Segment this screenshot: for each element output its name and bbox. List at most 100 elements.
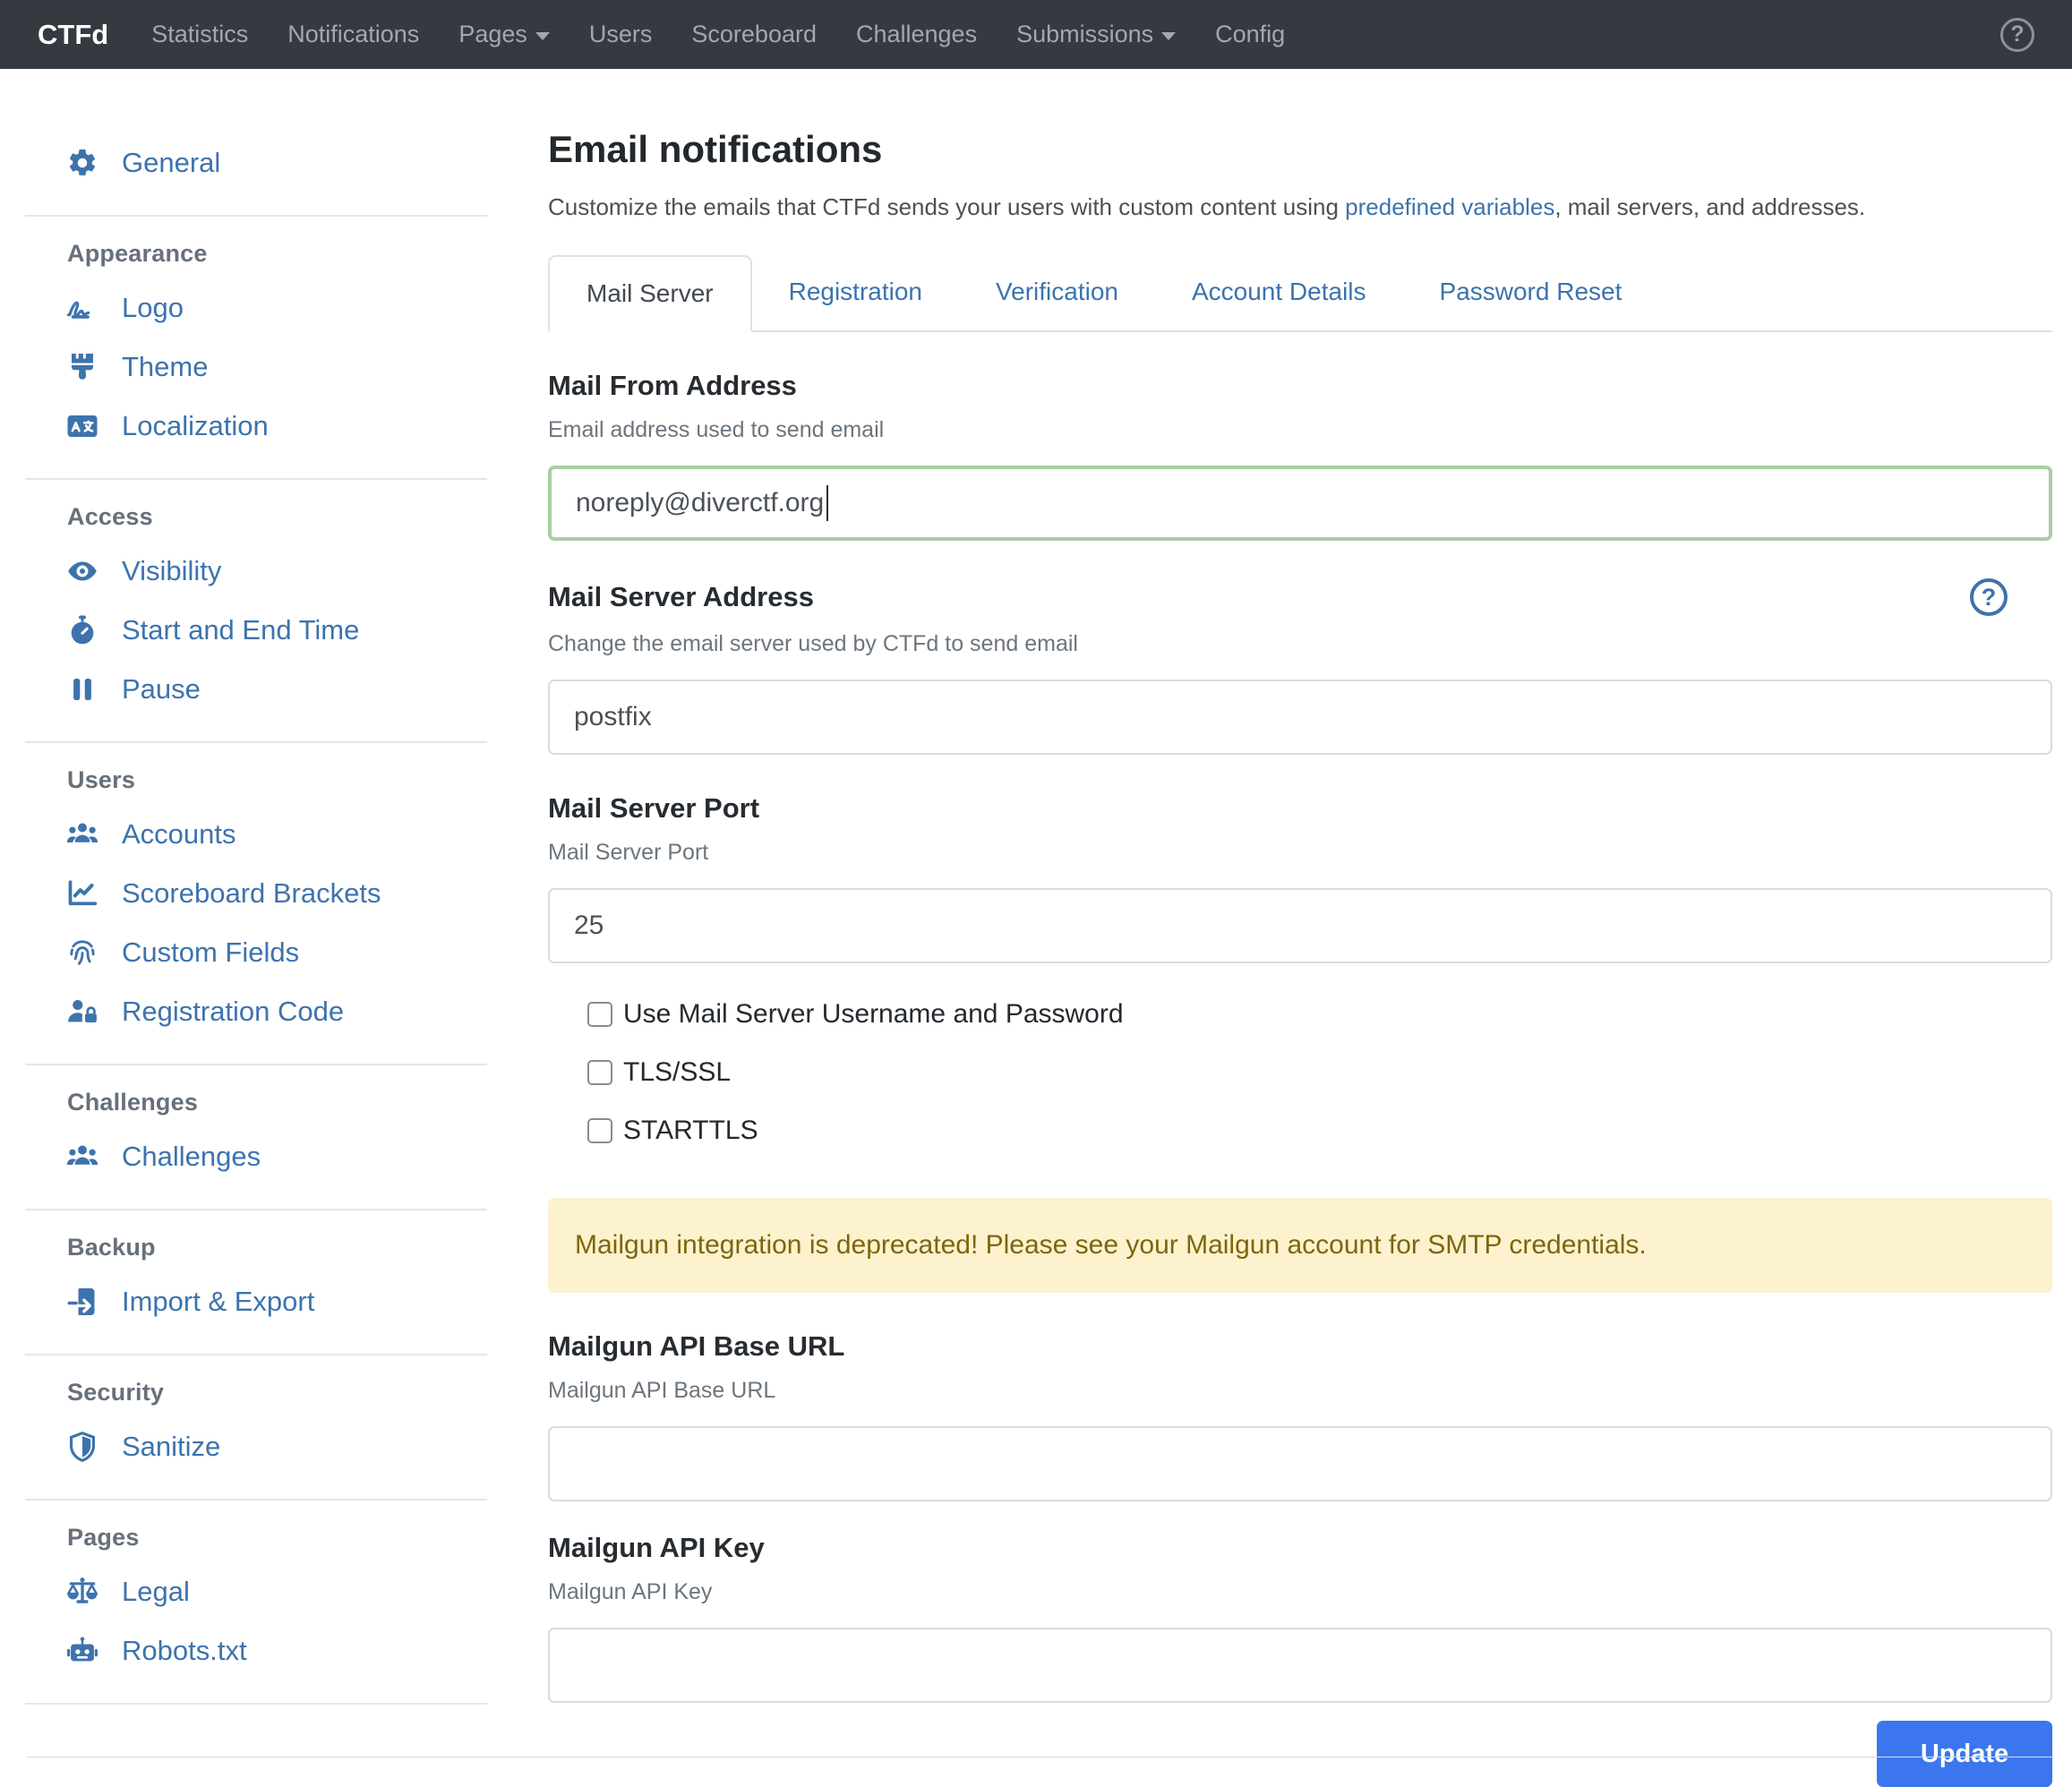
brand-logo[interactable]: CTFd — [38, 19, 108, 51]
checkbox-use-mail-server-username-and-password[interactable] — [587, 1002, 612, 1027]
pause-icon — [64, 673, 100, 705]
server-port-input[interactable]: 25 — [548, 888, 2052, 963]
shield-icon — [64, 1431, 100, 1463]
nav-item-label: Scoreboard — [691, 21, 817, 48]
tab-registration[interactable]: Registration — [752, 255, 959, 332]
paintbrush-icon — [64, 351, 100, 383]
page-title: Email notifications — [548, 128, 2052, 171]
sidebar-item-label: Scoreboard Brackets — [122, 877, 381, 910]
sidebar-item-pause[interactable]: Pause — [64, 660, 501, 719]
sidebar-divider — [25, 741, 487, 743]
nav-item-notifications[interactable]: Notifications — [268, 21, 439, 48]
tab-password-reset[interactable]: Password Reset — [1403, 255, 1659, 332]
predefined-variables-link[interactable]: predefined variables — [1345, 193, 1554, 220]
sidebar-item-label: Registration Code — [122, 996, 344, 1028]
checkbox-row-tls-ssl[interactable]: TLS/SSL — [587, 1057, 2052, 1088]
tab-account-details[interactable]: Account Details — [1155, 255, 1403, 332]
chevron-down-icon — [1161, 32, 1176, 40]
help-icon[interactable]: ? — [2000, 18, 2034, 52]
sidebar-item-import-export[interactable]: Import & Export — [64, 1272, 501, 1331]
sidebar-item-label: Pause — [122, 673, 201, 705]
checkbox-row-use-mail-server-username-and-password[interactable]: Use Mail Server Username and Password — [587, 999, 2052, 1030]
sidebar-item-challenges[interactable]: Challenges — [64, 1127, 501, 1186]
sidebar-item-logo[interactable]: Logo — [64, 278, 501, 338]
sidebar-section-access: Access — [67, 503, 501, 531]
sidebar-item-label: Custom Fields — [122, 936, 299, 969]
mailgun-url-help: Mailgun API Base URL — [548, 1378, 2052, 1404]
sidebar-section-security: Security — [67, 1379, 501, 1407]
sidebar-item-scoreboard-brackets[interactable]: Scoreboard Brackets — [64, 864, 501, 923]
top-navbar: CTFd Statistics Notifications Pages Users Sc… — [0, 0, 2072, 69]
sidebar-item-label: Logo — [122, 292, 184, 324]
tab-verification[interactable]: Verification — [959, 255, 1155, 332]
server-port-help: Mail Server Port — [548, 840, 2052, 866]
server-address-value: postfix — [574, 702, 652, 732]
text-cursor — [826, 485, 828, 521]
update-button[interactable]: Update — [1877, 1721, 2052, 1787]
page-description: Customize the emails that CTFd sends you… — [548, 193, 2052, 221]
nav-item-label: Pages — [458, 21, 527, 48]
checkbox-row-starttls[interactable]: STARTTLS — [587, 1116, 2052, 1146]
sidebar-item-label: General — [122, 147, 220, 179]
server-address-input[interactable]: postfix — [548, 680, 2052, 755]
server-address-help-icon[interactable]: ? — [1970, 578, 2008, 616]
actions-row: Update — [548, 1721, 2052, 1787]
sidebar-item-sanitize[interactable]: Sanitize — [64, 1417, 501, 1476]
sidebar-item-custom-fields[interactable]: Custom Fields — [64, 923, 501, 982]
sidebar-item-robots-txt[interactable]: Robots.txt — [64, 1621, 501, 1680]
checkbox-tls-ssl[interactable] — [587, 1060, 612, 1085]
users-icon — [64, 1141, 100, 1173]
sidebar-item-label: Robots.txt — [122, 1635, 247, 1667]
sidebar-item-label: Start and End Time — [122, 614, 359, 646]
nav-item-scoreboard[interactable]: Scoreboard — [672, 21, 836, 48]
language-icon — [64, 410, 100, 442]
server-address-label-row: Mail Server Address ? — [548, 578, 2052, 616]
nav-item-label: Notifications — [287, 21, 419, 48]
sidebar-item-registration-code[interactable]: Registration Code — [64, 982, 501, 1041]
sidebar-item-localization[interactable]: Localization — [64, 397, 501, 456]
mail-tabs: Mail ServerRegistrationVerificationAccou… — [548, 253, 2052, 332]
chevron-down-icon — [535, 32, 550, 40]
nav-item-label: Config — [1215, 21, 1285, 48]
mailgun-url-label-row: Mailgun API Base URL — [548, 1330, 2052, 1363]
nav-item-pages[interactable]: Pages — [439, 21, 569, 48]
mail-from-label-row: Mail From Address — [548, 370, 2052, 402]
main-content: Email notifications Customize the emails… — [501, 69, 2072, 1787]
sidebar-divider — [25, 215, 487, 217]
sidebar-item-label: Localization — [122, 410, 269, 442]
sidebar-item-visibility[interactable]: Visibility — [64, 542, 501, 601]
tab-mail-server[interactable]: Mail Server — [548, 255, 752, 332]
sidebar-section-challenges: Challenges — [67, 1089, 501, 1116]
mailgun-url-input[interactable] — [548, 1426, 2052, 1501]
mailgun-key-input[interactable] — [548, 1628, 2052, 1703]
nav-item-users[interactable]: Users — [569, 21, 672, 48]
nav-item-config[interactable]: Config — [1195, 21, 1305, 48]
nav-item-challenges[interactable]: Challenges — [836, 21, 997, 48]
nav-item-statistics[interactable]: Statistics — [132, 21, 268, 48]
server-address-help: Change the email server used by CTFd to … — [548, 631, 2052, 657]
user-lock-icon — [64, 996, 100, 1028]
sidebar-item-accounts[interactable]: Accounts — [64, 805, 501, 864]
mailgun-deprecated-alert: Mailgun integration is deprecated! Pleas… — [548, 1198, 2052, 1293]
nav-item-label: Challenges — [856, 21, 977, 48]
mail-from-input[interactable]: noreply@diverctf.org — [548, 466, 2052, 541]
sidebar-item-start-and-end-time[interactable]: Start and End Time — [64, 601, 501, 660]
sidebar-divider — [25, 1499, 487, 1501]
sidebar-item-general[interactable]: General — [64, 133, 501, 192]
server-port-value: 25 — [574, 911, 604, 941]
sidebar-divider — [25, 1703, 487, 1705]
sidebar-section-backup: Backup — [67, 1234, 501, 1261]
checkbox-label: Use Mail Server Username and Password — [623, 999, 1124, 1030]
sidebar-section-pages: Pages — [67, 1524, 501, 1552]
gear-icon — [64, 147, 100, 179]
sidebar-divider — [25, 1064, 487, 1065]
server-port-label-row: Mail Server Port — [548, 792, 2052, 825]
checkbox-starttls[interactable] — [587, 1118, 612, 1143]
checkbox-label: STARTTLS — [623, 1116, 758, 1146]
sidebar-item-legal[interactable]: Legal — [64, 1562, 501, 1621]
mailgun-key-label-row: Mailgun API Key — [548, 1532, 2052, 1564]
config-sidebar: GeneralAppearanceLogoThemeLocalizationAc… — [0, 69, 501, 1727]
sidebar-item-theme[interactable]: Theme — [64, 338, 501, 397]
nav-item-submissions[interactable]: Submissions — [997, 21, 1195, 48]
mailgun-key-help: Mailgun API Key — [548, 1579, 2052, 1605]
